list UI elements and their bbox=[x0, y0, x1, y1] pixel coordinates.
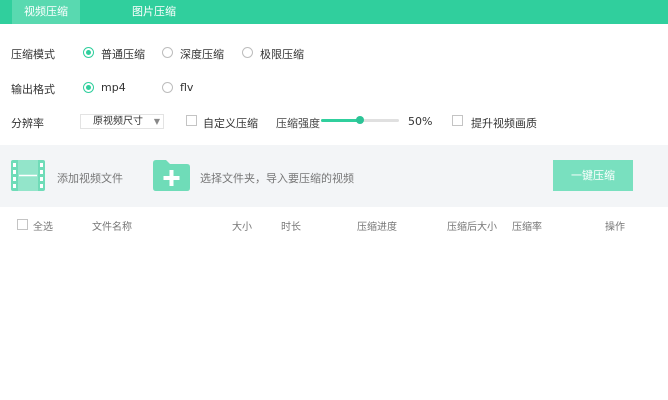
mode-normal-label[interactable]: 普通压缩 bbox=[101, 46, 145, 62]
col-progress: 压缩进度 bbox=[357, 222, 397, 233]
col-size: 大小 bbox=[232, 222, 252, 233]
improve-quality-label[interactable]: 提升视频画质 bbox=[471, 115, 537, 131]
strength-slider-handle[interactable] bbox=[356, 116, 364, 124]
film-icon[interactable] bbox=[11, 160, 45, 191]
resolution-label: 分辨率 bbox=[11, 117, 44, 130]
resolution-select-value: 原视频尺寸 bbox=[93, 116, 143, 127]
format-flv-label[interactable]: flv bbox=[180, 81, 193, 94]
col-file-name: 文件名称 bbox=[92, 222, 132, 233]
mode-deep-label[interactable]: 深度压缩 bbox=[180, 46, 224, 62]
strength-slider-fill bbox=[321, 119, 360, 122]
col-compressed-size: 压缩后大小 bbox=[447, 222, 497, 233]
folder-add-icon[interactable] bbox=[153, 160, 190, 191]
format-mp4-radio[interactable] bbox=[83, 82, 94, 93]
add-video-label[interactable]: 添加视频文件 bbox=[57, 170, 123, 186]
format-flv-radio[interactable] bbox=[162, 82, 173, 93]
mode-extreme-radio[interactable] bbox=[242, 47, 253, 58]
mode-normal-radio[interactable] bbox=[83, 47, 94, 58]
mode-deep-radio[interactable] bbox=[162, 47, 173, 58]
select-all-label[interactable]: 全选 bbox=[33, 218, 53, 233]
custom-compress-label[interactable]: 自定义压缩 bbox=[203, 115, 258, 131]
col-duration: 时长 bbox=[281, 222, 301, 233]
col-compress-ratio: 压缩率 bbox=[512, 222, 542, 233]
improve-quality-checkbox[interactable] bbox=[452, 115, 463, 126]
select-all-checkbox[interactable] bbox=[17, 219, 28, 230]
col-actions: 操作 bbox=[605, 222, 625, 233]
add-folder-label[interactable]: 选择文件夹，导入要压缩的视频 bbox=[200, 170, 354, 186]
strength-value: 50% bbox=[408, 115, 433, 128]
strength-label: 压缩强度 bbox=[276, 117, 320, 130]
tab-video-compress[interactable]: 视频压缩 bbox=[12, 0, 80, 24]
format-mp4-label[interactable]: mp4 bbox=[101, 81, 126, 94]
resolution-select[interactable]: 原视频尺寸 ▼ bbox=[80, 114, 164, 129]
tab-image-compress[interactable]: 图片压缩 bbox=[120, 0, 188, 24]
mode-extreme-label[interactable]: 极限压缩 bbox=[260, 46, 304, 62]
output-format-label: 输出格式 bbox=[11, 83, 55, 96]
one-click-compress-button[interactable]: 一键压缩 bbox=[553, 160, 633, 191]
custom-compress-checkbox[interactable] bbox=[186, 115, 197, 126]
compress-mode-label: 压缩模式 bbox=[11, 48, 55, 61]
chevron-down-icon: ▼ bbox=[153, 117, 160, 126]
top-tab-bar: 视频压缩 图片压缩 bbox=[0, 0, 668, 24]
